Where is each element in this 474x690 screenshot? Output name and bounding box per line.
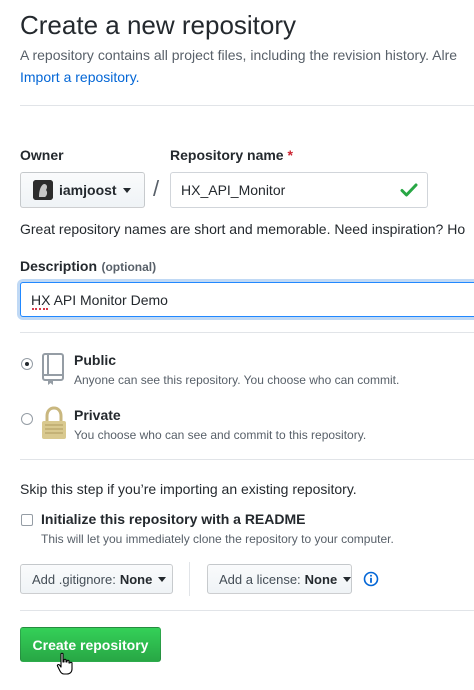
skip-text: Skip this step if you’re importing an ex… — [20, 481, 357, 497]
license-select[interactable]: Add a license: None — [207, 564, 352, 594]
public-title: Public — [74, 352, 117, 368]
required-mark: * — [287, 147, 293, 163]
gitignore-label: Add .gitignore: — [32, 571, 116, 587]
repo-icon — [40, 352, 66, 391]
divider — [20, 105, 474, 106]
vertical-divider — [189, 562, 190, 596]
hand-cursor-icon — [56, 652, 74, 681]
chevron-down-icon — [343, 576, 352, 582]
info-icon[interactable] — [363, 571, 379, 592]
private-title: Private — [74, 407, 121, 423]
owner-select[interactable]: iamjoost — [20, 172, 145, 208]
readme-label[interactable]: Initialize this repository with a README — [41, 511, 305, 527]
private-radio[interactable] — [21, 413, 33, 425]
description-label: Description (optional) — [20, 258, 157, 274]
description-value: HX API Monitor Demo — [31, 291, 168, 308]
repo-name-label: Repository name * — [170, 147, 293, 163]
lock-icon — [40, 406, 68, 445]
repo-name-input[interactable]: HX_API_Monitor — [170, 172, 428, 208]
divider — [20, 610, 474, 611]
chevron-down-icon — [158, 576, 167, 582]
license-value: None — [304, 571, 338, 587]
owner-name: iamjoost — [59, 182, 117, 198]
divider — [20, 459, 474, 460]
divider — [20, 332, 474, 333]
gitignore-value: None — [119, 571, 153, 587]
repo-name-hint: Great repository names are short and mem… — [20, 221, 466, 237]
page-title: Create a new repository — [20, 10, 297, 40]
readme-desc: This will let you immediately clone the … — [41, 532, 394, 546]
import-repository-link[interactable]: Import a repository. — [20, 69, 140, 85]
optional-note: (optional) — [101, 260, 157, 274]
gitignore-select[interactable]: Add .gitignore: None — [20, 564, 173, 594]
create-repository-button[interactable]: Create repository — [20, 627, 161, 662]
owner-label: Owner — [20, 147, 64, 163]
private-desc: You choose who can see and commit to thi… — [74, 428, 367, 442]
chevron-down-icon — [122, 187, 131, 193]
avatar — [33, 180, 53, 200]
owner-repo-separator: / — [153, 176, 160, 201]
license-label: Add a license: — [219, 571, 301, 587]
page-subtitle: A repository contains all project files,… — [20, 47, 458, 63]
public-desc: Anyone can see this repository. You choo… — [74, 373, 400, 387]
check-icon — [400, 182, 418, 201]
public-radio[interactable] — [21, 358, 33, 370]
spellcheck-underline — [32, 307, 48, 310]
repo-name-value: HX_API_Monitor — [181, 182, 286, 198]
description-input[interactable]: HX API Monitor Demo — [20, 282, 474, 317]
readme-checkbox[interactable] — [21, 514, 33, 526]
